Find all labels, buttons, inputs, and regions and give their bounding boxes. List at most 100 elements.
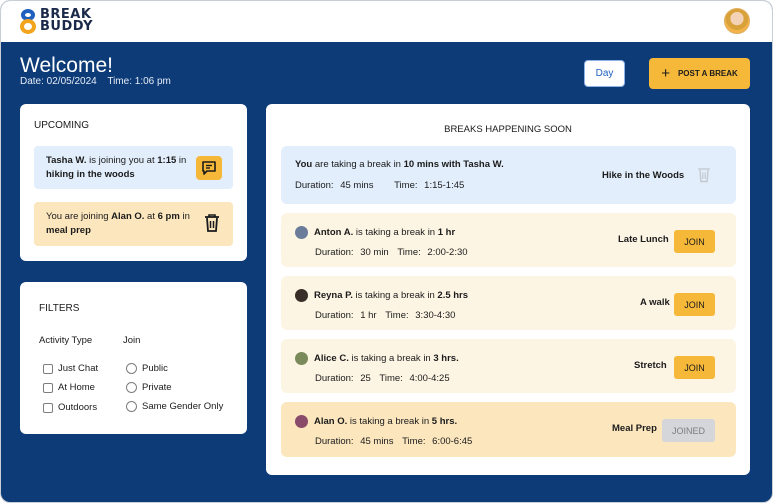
filters-title: FILTERS (39, 303, 80, 314)
break-details: Duration: 25 Time: 4:00-4:25 (315, 373, 450, 384)
option-label: At Home (58, 382, 95, 393)
break-row: Reyna P. is taking a break in 2.5 hrs Du… (281, 276, 736, 330)
break-details: Duration: 45 mins Time: 1:15-1:45 (295, 180, 464, 191)
time-label: Time: (402, 436, 426, 447)
break-details: Duration: 1 hr Time: 3:30-4:30 (315, 310, 455, 321)
date-label: Date: 02/05/2024 (20, 76, 97, 87)
duration-value: 45 mins (340, 180, 374, 191)
upcoming-text: You are joining (46, 211, 112, 222)
radio[interactable] (126, 382, 137, 393)
option-label: Public (142, 363, 168, 374)
upcoming-activity: meal prep (46, 225, 91, 236)
logo[interactable]: BREAK BUDDY (19, 7, 93, 35)
filter-at-home[interactable]: At Home (43, 382, 95, 393)
upcoming-title: UPCOMING (34, 120, 89, 131)
logo-icon (19, 7, 37, 35)
app-frame: BREAK BUDDY Welcome! Date: 02/05/2024 Ti… (0, 0, 773, 503)
breaks-card: BREAKS HAPPENING SOON You are taking a b… (266, 104, 750, 475)
duration-value: 45 mins (360, 436, 394, 447)
duration-label: Duration: (315, 247, 354, 258)
time-label: Time: (379, 373, 403, 384)
upcoming-item[interactable]: Tasha W. is joining you at 1:15 in hikin… (34, 146, 233, 189)
break-row: Alice C. is taking a break in 3 hrs. Dur… (281, 339, 736, 393)
break-text: are taking a break in (312, 159, 404, 170)
message-icon[interactable] (196, 156, 222, 180)
upcoming-text: is joining you at (86, 155, 158, 166)
time-value: 4:00-4:25 (409, 373, 450, 384)
filter-same-gender[interactable]: Same Gender Only (126, 401, 223, 412)
upcoming-time: 1:15 (157, 155, 177, 166)
join-heading: Join (123, 335, 141, 346)
trash-icon[interactable] (203, 213, 221, 233)
break-when: 5 hrs. (431, 416, 458, 427)
duration-label: Duration: (295, 180, 334, 191)
duration-label: Duration: (315, 373, 354, 384)
filter-outdoors[interactable]: Outdoors (43, 402, 97, 413)
user-avatar[interactable] (724, 8, 750, 34)
radio[interactable] (126, 401, 137, 412)
break-when: 2.5 hrs (437, 290, 469, 301)
break-row: Alan O. is taking a break in 5 hrs. Dura… (281, 402, 736, 457)
joined-button[interactable]: JOINED (662, 419, 715, 442)
upcoming-text: at (144, 211, 158, 222)
option-label: Outdoors (58, 402, 98, 413)
checkbox[interactable] (43, 402, 53, 413)
join-button[interactable]: JOIN (674, 356, 715, 379)
filter-just-chat[interactable]: Just Chat (43, 363, 98, 374)
checkbox[interactable] (43, 363, 53, 374)
time-label: Time: (394, 180, 418, 191)
user-avatar (295, 226, 308, 239)
duration-value: 1 hr (360, 310, 377, 321)
upcoming-activity: hiking in the woods (46, 169, 135, 180)
checkbox[interactable] (43, 382, 53, 393)
time-value: 1:15-1:45 (424, 180, 465, 191)
logo-text: BREAK BUDDY (40, 7, 94, 34)
join-button[interactable]: JOIN (674, 230, 715, 253)
top-bar: BREAK BUDDY (1, 1, 772, 42)
filters-card: FILTERS Activity Type Join Just Chat At … (20, 282, 247, 434)
time-label: Time: (385, 310, 409, 321)
break-text: is taking a break in (352, 290, 438, 301)
option-label: Just Chat (58, 363, 99, 374)
post-break-button[interactable]: + POST A BREAK (649, 58, 750, 89)
filter-public[interactable]: Public (126, 363, 168, 374)
break-activity: A walk (640, 297, 670, 308)
user-avatar (295, 289, 308, 302)
break-summary: Alice C. is taking a break in 3 hrs. (295, 352, 459, 365)
filter-private[interactable]: Private (126, 382, 172, 393)
time-value: 3:30-4:30 (415, 310, 456, 321)
upcoming-item[interactable]: You are joining Alan O. at 6 pm in meal … (34, 202, 233, 246)
break-activity: Meal Prep (612, 423, 657, 434)
break-you: You (295, 159, 313, 170)
break-activity: Late Lunch (618, 234, 669, 245)
page-title: Welcome! (20, 54, 113, 77)
upcoming-card: UPCOMING Tasha W. is joining you at 1:15… (20, 104, 247, 261)
upcoming-time: 6 pm (157, 211, 180, 222)
break-user: Alan O. (314, 416, 348, 427)
own-break-row: You are taking a break in 10 mins with T… (281, 146, 736, 204)
option-label: Same Gender Only (142, 401, 224, 412)
trash-icon[interactable] (697, 166, 711, 183)
break-text: is taking a break in (353, 227, 438, 238)
break-user: Anton A. (314, 227, 354, 238)
break-details: Duration: 30 min Time: 2:00-2:30 (315, 247, 468, 258)
break-activity: Stretch (634, 360, 667, 371)
option-label: Private (142, 382, 172, 393)
day-view-button[interactable]: Day (584, 60, 625, 87)
upcoming-text: in (176, 155, 187, 166)
break-when: 3 hrs. (433, 353, 459, 364)
breaks-title: BREAKS HAPPENING SOON (444, 124, 572, 135)
upcoming-name: Tasha W. (46, 155, 87, 166)
break-summary: Alan O. is taking a break in 5 hrs. (295, 415, 457, 428)
break-details: Duration: 45 mins Time: 6:00-6:45 (315, 436, 472, 447)
break-summary: You are taking a break in 10 mins with T… (295, 159, 504, 170)
user-avatar (295, 415, 308, 428)
user-avatar (295, 352, 308, 365)
break-summary: Reyna P. is taking a break in 2.5 hrs (295, 289, 468, 302)
upcoming-text: in (179, 211, 190, 222)
plus-icon: + (661, 64, 670, 82)
upcoming-name: Alan O. (111, 211, 145, 222)
join-button[interactable]: JOIN (674, 293, 715, 316)
break-activity: Hike in the Woods (602, 170, 685, 181)
radio[interactable] (126, 363, 137, 374)
